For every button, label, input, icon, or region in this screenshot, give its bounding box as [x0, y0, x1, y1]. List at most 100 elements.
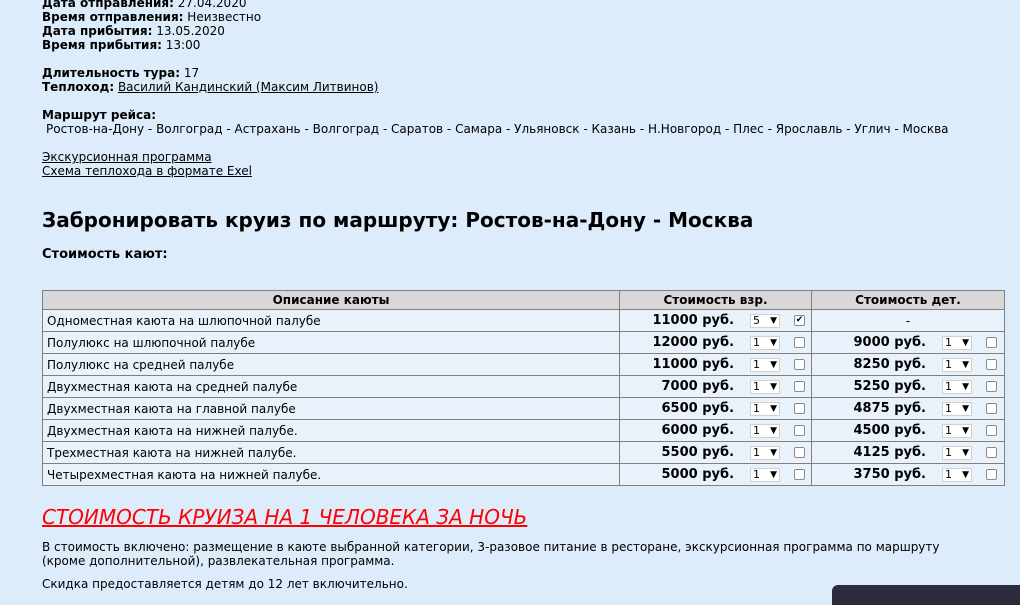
header-adult-price: Стоимость взр. [619, 290, 812, 310]
chevron-down-icon: ▼ [770, 469, 778, 480]
adult-price: 6500 руб. [661, 401, 735, 416]
child-quantity-select[interactable]: 1 ▼ [942, 445, 972, 460]
adult-price: 7000 руб. [661, 379, 735, 394]
adult-quantity-select[interactable]: 1 ▼ [750, 335, 781, 350]
child-select-checkbox[interactable] [986, 337, 997, 348]
adult-select-checkbox[interactable] [794, 381, 806, 392]
child-quantity-select[interactable]: 1 ▼ [942, 423, 972, 438]
child-quantity-select[interactable]: 1 ▼ [942, 401, 972, 416]
adult-select-checkbox[interactable] [794, 469, 806, 480]
adult-price-cell: 7000 руб. 1 ▼ [619, 375, 812, 398]
adult-quantity-select[interactable]: 1 ▼ [750, 357, 781, 372]
adult-quantity-select[interactable]: 1 ▼ [750, 401, 781, 416]
cabin-prices-heading: Стоимость кают: [42, 247, 168, 262]
adult-quantity-select[interactable]: 1 ▼ [750, 467, 781, 482]
cruise-info: Дата отправления: 27.04.2020 Время отпра… [42, 0, 949, 178]
departure-time-row: Время отправления: Неизвестно [42, 10, 262, 24]
cabin-description: Двухместная каюта на главной палубе [41, 397, 621, 420]
arrival-time-row: Время прибытия: 13:00 [42, 38, 201, 52]
table-header-row: Описание каюты Стоимость взр. Стоимость … [41, 290, 1005, 310]
included-text: В стоимость включено: размещение в каюте… [42, 540, 940, 568]
discount-text: Скидка предоставляется детям до 12 лет в… [42, 577, 408, 591]
adult-quantity-select[interactable]: 1 ▼ [750, 445, 781, 460]
chevron-down-icon: ▼ [962, 359, 969, 370]
adult-price-cell: 6000 руб. 1 ▼ [619, 419, 812, 442]
adult-price: 12000 руб. [652, 335, 735, 350]
child-select-checkbox[interactable] [986, 403, 997, 414]
child-select-checkbox[interactable] [986, 447, 997, 458]
adult-select-checkbox[interactable] [794, 447, 806, 458]
adult-select-checkbox[interactable] [794, 425, 806, 436]
adult-price-cell: 11000 руб. 5 ▼ ✔ [619, 309, 812, 332]
ship-link[interactable]: Василий Кандинский (Максим Литвинов) [118, 80, 379, 94]
adult-price-cell: 5500 руб. 1 ▼ [619, 441, 812, 464]
duration-row: Длительность тура: 17 [42, 66, 200, 80]
child-price: 4875 руб. [853, 401, 926, 416]
chevron-down-icon: ▼ [962, 337, 969, 348]
cabin-description: Двухместная каюта на средней палубе [41, 375, 621, 398]
adult-quantity-select[interactable]: 1 ▼ [750, 423, 781, 438]
child-price-cell: 5250 руб. 1 ▼ [811, 375, 1005, 398]
child-price-cell: - [811, 309, 1005, 332]
child-price: 3750 руб. [853, 467, 926, 482]
cabin-description: Полулюкс на шлюпочной палубе [41, 331, 621, 354]
table-row: Одноместная каюта на шлюпочной палубе 110… [41, 309, 1005, 332]
promo-heading: СТОИМОСТЬ КРУИЗА НА 1 ЧЕЛОВЕКА ЗА НОЧЬ [42, 505, 528, 529]
table-row: Трехместная каюта на нижней палубе. 5500 … [41, 441, 1005, 464]
route-label: Маршрут рейса: [42, 108, 157, 122]
child-select-checkbox[interactable] [986, 469, 997, 480]
chevron-down-icon: ▼ [962, 447, 969, 458]
adult-select-checkbox[interactable]: ✔ [794, 315, 806, 326]
child-price: 9000 руб. [853, 335, 926, 350]
chevron-down-icon: ▼ [770, 315, 778, 326]
child-select-checkbox[interactable] [986, 359, 997, 370]
booking-title: Забронировать круиз по маршруту: Ростов-… [42, 208, 754, 232]
header-child-price: Стоимость дет. [811, 290, 1005, 310]
chevron-down-icon: ▼ [770, 447, 778, 458]
adult-price-cell: 6500 руб. 1 ▼ [619, 397, 812, 420]
chevron-down-icon: ▼ [770, 337, 778, 348]
chevron-down-icon: ▼ [962, 403, 969, 414]
chevron-down-icon: ▼ [770, 403, 778, 414]
table-row: Полулюкс на шлюпочной палубе 12000 руб. 1 ▼… [41, 331, 1005, 354]
child-price-cell: 4500 руб. 1 ▼ [811, 419, 1005, 442]
cabin-description: Одноместная каюта на шлюпочной палубе [41, 309, 621, 332]
child-quantity-select[interactable]: 1 ▼ [942, 379, 972, 394]
adult-quantity-select[interactable]: 1 ▼ [750, 379, 781, 394]
chevron-down-icon: ▼ [962, 469, 969, 480]
ship-row: Теплоход: Василий Кандинский (Максим Лит… [42, 80, 379, 94]
adult-price-cell: 11000 руб. 1 ▼ [619, 353, 812, 376]
cabin-description: Четырехместная каюта на нижней палубе. [41, 463, 621, 486]
child-quantity-select[interactable]: 1 ▼ [942, 357, 972, 372]
child-price-cell: 3750 руб. 1 ▼ [811, 463, 1005, 486]
child-price: 8250 руб. [853, 357, 926, 372]
adult-price: 11000 руб. [652, 357, 735, 372]
route-stops: Ростов-на-Дону - Волгоград - Астрахань -… [46, 122, 949, 136]
overlay-widget[interactable] [832, 585, 1020, 605]
chevron-down-icon: ▼ [962, 381, 969, 392]
adult-quantity-select[interactable]: 5 ▼ [750, 313, 781, 328]
adult-select-checkbox[interactable] [794, 337, 806, 348]
adult-price: 5500 руб. [661, 445, 735, 460]
arrival-date-row: Дата прибытия: 13.05.2020 [42, 24, 225, 38]
child-quantity-select[interactable]: 1 ▼ [942, 335, 972, 350]
child-quantity-select[interactable]: 1 ▼ [942, 467, 972, 482]
child-price: 5250 руб. [853, 379, 926, 394]
adult-price: 5000 руб. [661, 467, 735, 482]
adult-select-checkbox[interactable] [794, 403, 806, 414]
child-price-cell: 4125 руб. 1 ▼ [811, 441, 1005, 464]
chevron-down-icon: ▼ [770, 359, 778, 370]
child-select-checkbox[interactable] [986, 425, 997, 436]
table-row: Четырехместная каюта на нижней палубе. 50… [41, 463, 1005, 486]
ship-scheme-link[interactable]: Схема теплохода в формате Exel [42, 164, 252, 178]
cabin-description: Полулюкс на средней палубе [41, 353, 621, 376]
child-price-cell: 4875 руб. 1 ▼ [811, 397, 1005, 420]
table-row: Двухместная каюта на нижней палубе. 6000 … [41, 419, 1005, 442]
table-row: Полулюкс на средней палубе 11000 руб. 1 ▼ 82… [41, 353, 1005, 376]
adult-select-checkbox[interactable] [794, 359, 806, 370]
child-select-checkbox[interactable] [986, 381, 997, 392]
excursion-program-link[interactable]: Экскурсионная программа [42, 150, 212, 164]
departure-date-row: Дата отправления: 27.04.2020 [42, 0, 247, 10]
adult-price-cell: 5000 руб. 1 ▼ [619, 463, 812, 486]
child-price: 4125 руб. [853, 445, 926, 460]
